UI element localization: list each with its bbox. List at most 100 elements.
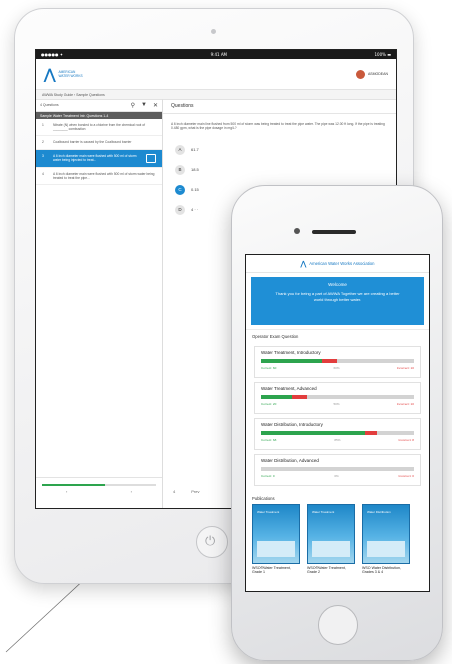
exam-card[interactable]: Water Distribution, Advanced Correct: 0 0%…: [254, 454, 421, 486]
question-list-pane: 4 Questions ⚲ ▼ ✕ Sample Water Treatment…: [36, 99, 163, 508]
book-cover-title: Water Treatment: [257, 510, 280, 514]
power-icon: ⏻: [205, 533, 216, 548]
exam-card-title: Water Treatment, Advanced: [261, 386, 317, 391]
battery-indicator: 100% ▬: [374, 52, 392, 57]
question-list-item[interactable]: 2 Coalbound barrier is caused by the Coal…: [36, 136, 162, 150]
ipad-home-button[interactable]: ⏻: [196, 526, 228, 558]
question-group-header: Sample Water Treatment Intr. Questions 1…: [36, 112, 162, 119]
incorrect-fill: [322, 359, 338, 363]
clock: 9:41 AM: [210, 52, 228, 57]
correct-count: Correct: 0: [261, 474, 275, 478]
camera-icon: [211, 29, 216, 34]
exam-card[interactable]: Water Treatment, Advanced Correct: 20 50% I…: [254, 382, 421, 414]
publications-title: Publications: [252, 496, 275, 501]
score-percent: 50%: [333, 402, 340, 406]
prev-arrow-icon[interactable]: ‹: [66, 489, 67, 494]
book-caption: WSO Water Distribution, Grades 3 & 4: [362, 566, 402, 575]
answer-value: 4 · ·: [191, 207, 199, 213]
exam-card[interactable]: Water Treatment, Introductory Correct: 60…: [254, 346, 421, 378]
answer-letter: B: [175, 164, 185, 175]
phone-app-header: ⋀ American Water Works Association: [246, 255, 429, 273]
correct-count: Correct: 68: [261, 438, 277, 442]
incorrect-fill: [365, 431, 378, 435]
book-caption: WSO®Water Treatment, Grade 2: [307, 566, 346, 575]
question-list: 1 Nitrate (N) when bonded to a chlorine f…: [36, 119, 162, 186]
search-icon[interactable]: ⚲: [131, 102, 135, 109]
book-cover[interactable]: Water Treatment: [307, 504, 355, 564]
progress-bar: [42, 484, 156, 486]
prev-button[interactable]: Prev: [191, 489, 199, 494]
book-cover-image: [367, 541, 405, 557]
awwa-logo[interactable]: ⋀ AMERICAN WATER WORKS: [44, 66, 86, 83]
score-bar: [261, 467, 414, 471]
detail-footer: 4 Prev: [173, 489, 199, 494]
score-percent: 0%: [334, 474, 339, 478]
incorrect-fill: [291, 395, 307, 399]
book-cover-image: [257, 541, 295, 557]
correct-fill: [261, 359, 323, 363]
book-cover-image: [312, 541, 350, 557]
answer-value: 61.7: [191, 147, 199, 153]
status-bar: ●●●●● ✦ 9:41 AM 100% ▬: [36, 50, 396, 59]
speaker-grille: [312, 230, 356, 234]
question-preview: Coalbound barrier is caused by the Coalb…: [53, 140, 132, 145]
book-cover[interactable]: Water Distribution: [362, 504, 410, 564]
iphone-device: ⋀ American Water Works Association Welco…: [231, 185, 443, 661]
score-percent: 60%: [333, 366, 340, 370]
correct-fill: [261, 431, 366, 435]
question-preview: A 6 inch diameter main were flushed with…: [53, 171, 155, 180]
question-preview: Nitrate (N) when bonded to a chlorine fr…: [53, 123, 145, 132]
flag-icon[interactable]: [146, 153, 156, 163]
awwa-logo-icon: ⋀: [300, 260, 307, 268]
list-footer: ‹ ›: [36, 477, 162, 498]
phone-app-title: American Water Works Association: [309, 261, 375, 266]
welcome-title: Welcome: [328, 282, 347, 287]
book-cover-title: Water Treatment: [312, 510, 335, 514]
question-list-item[interactable]: 1 Nitrate (N) when bonded to a chlorine f…: [36, 119, 162, 137]
question-number: 2: [42, 140, 44, 145]
publication-item[interactable]: Water Treatment WSO®Water Treatment, Grad…: [307, 504, 355, 575]
incorrect-count: Incorrect: 8: [398, 438, 414, 442]
incorrect-count: Incorrect: 10: [396, 366, 414, 370]
filter-icon[interactable]: ▼: [141, 102, 147, 109]
question-count: 4 Questions: [40, 103, 59, 107]
answer-option[interactable]: B 18.5: [175, 164, 384, 175]
user-menu[interactable]: ASMODEAN: [355, 69, 388, 79]
exam-section-title: Operator Exam Question: [246, 329, 429, 342]
brand-name: AMERICAN WATER WORKS: [58, 70, 83, 78]
score-bar: [261, 431, 414, 435]
avatar: [355, 69, 365, 79]
publication-item[interactable]: Water Treatment WSO®Water Treatment, Grad…: [252, 504, 300, 575]
question-list-item[interactable]: 3 A 6 inch diameter main were flushed wit…: [36, 149, 162, 168]
exam-card-title: Water Distribution, Advanced: [261, 458, 319, 463]
progress-fill: [42, 484, 105, 486]
signal-indicator: ●●●●● ✦: [41, 52, 64, 57]
answer-letter: D: [175, 204, 185, 215]
book-caption: WSO®Water Treatment, Grade 1: [252, 566, 291, 575]
publication-item[interactable]: Water Distribution WSO Water Distribution…: [362, 504, 410, 575]
exam-card-title: Water Treatment, Introductory: [261, 350, 321, 355]
correct-count: Correct: 20: [261, 402, 277, 406]
front-camera-icon: [294, 228, 300, 234]
correct-count: Correct: 60: [261, 366, 277, 370]
iphone-home-button[interactable]: [318, 605, 358, 645]
book-cover-title: Water Distribution: [367, 510, 391, 514]
score-bar: [261, 395, 414, 399]
exam-card[interactable]: Water Distribution, Introductory Correct:…: [254, 418, 421, 450]
close-icon[interactable]: ✕: [153, 102, 158, 109]
next-arrow-icon[interactable]: ›: [131, 489, 132, 494]
iphone-screen: ⋀ American Water Works Association Welco…: [245, 254, 430, 592]
question-number: 3: [42, 153, 44, 158]
publication-list: Water Treatment WSO®Water Treatment, Grad…: [246, 504, 429, 575]
book-cover[interactable]: Water Treatment: [252, 504, 300, 564]
answer-letter: C: [175, 184, 185, 195]
question-preview: A 6 inch diameter main were flushed with…: [53, 153, 137, 162]
correct-fill: [261, 395, 292, 399]
exam-card-title: Water Distribution, Introductory: [261, 422, 323, 427]
incorrect-count: Incorrect: 0: [398, 474, 414, 478]
awwa-logo-icon: ⋀: [44, 65, 56, 82]
answer-option[interactable]: A 61.7: [175, 144, 384, 155]
question-list-item[interactable]: 4 A 6 inch diameter main were flushed wit…: [36, 168, 162, 186]
list-toolbar: 4 Questions ⚲ ▼ ✕: [36, 99, 162, 112]
app-header: ⋀ AMERICAN WATER WORKS ASMODEAN: [36, 59, 396, 90]
